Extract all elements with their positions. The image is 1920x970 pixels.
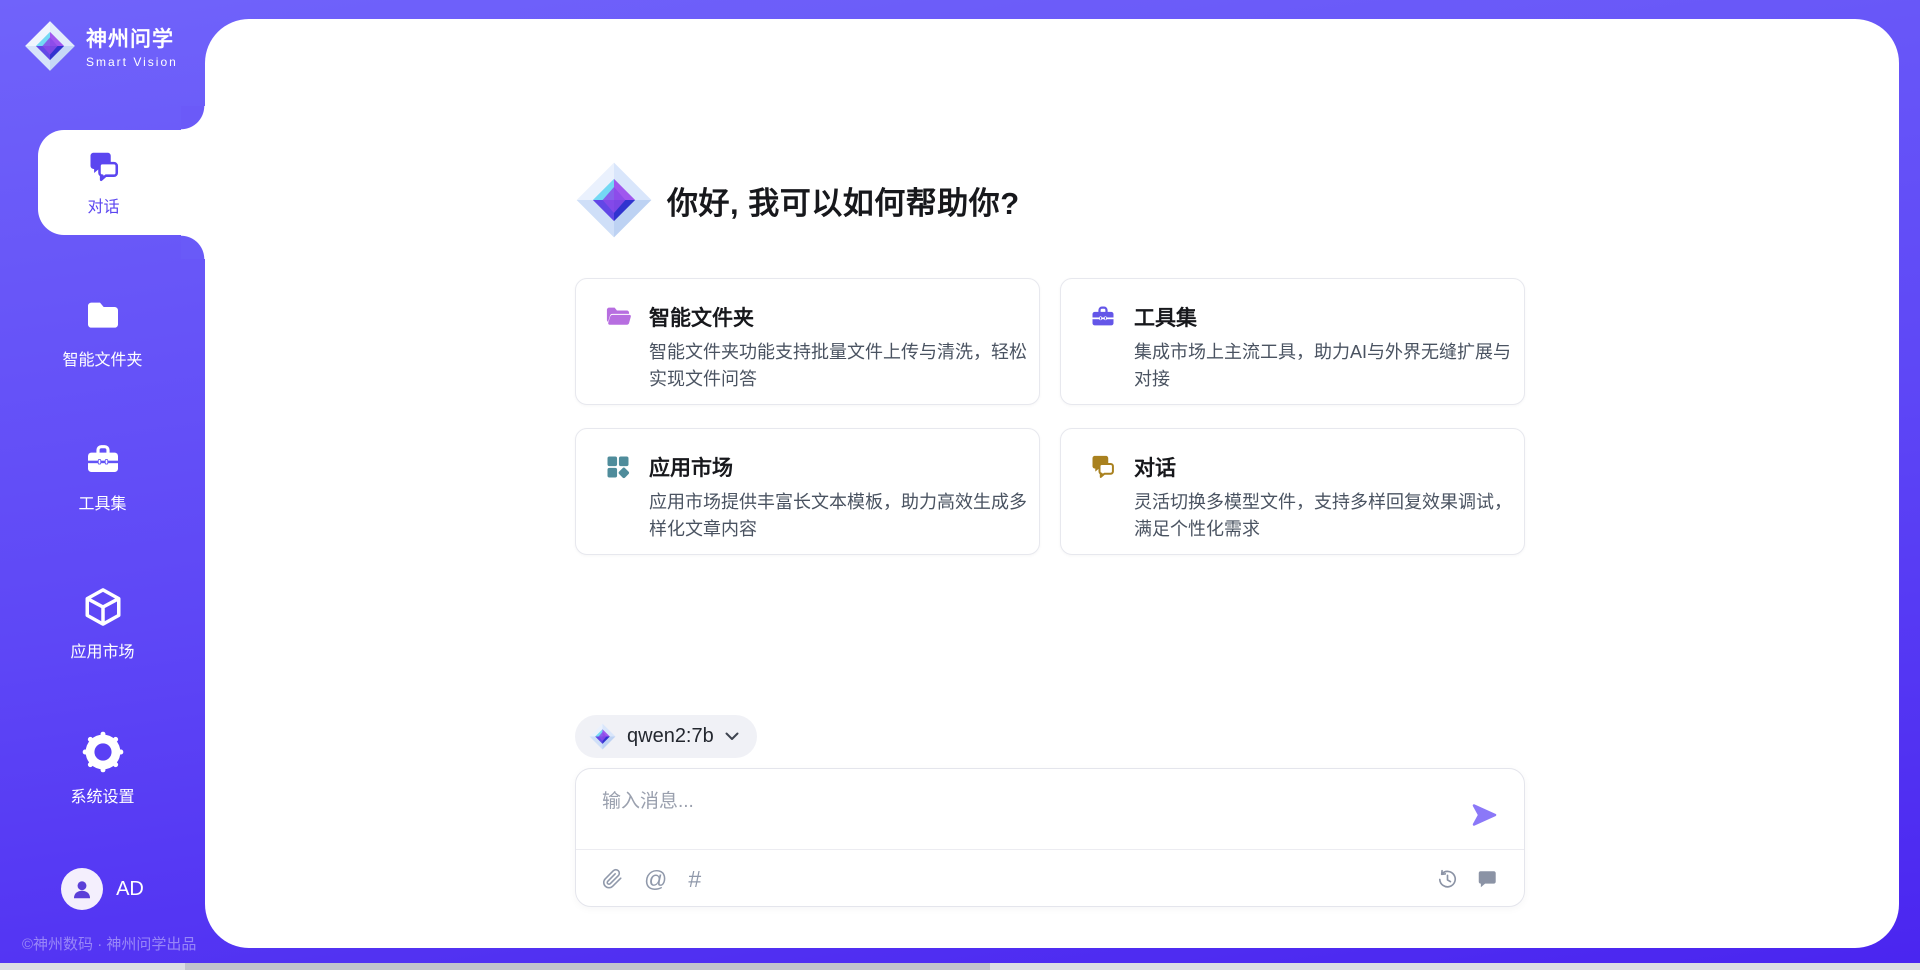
card-chat[interactable]: 对话 灵活切换多模型文件，支持多样回复效果调试，满足个性化需求 [1060,428,1525,555]
card-title: 智能文件夹 [649,302,754,332]
cube-icon [82,586,124,628]
chat-bubble-icon [1476,868,1498,890]
sidebar-item-label: 智能文件夹 [62,346,142,370]
brand-name: 神州问学 [86,23,178,53]
paperclip-icon [602,868,623,890]
chat-bubbles-icon [86,149,122,185]
chat-bubbles-icon [1089,453,1117,481]
model-selector[interactable]: qwen2:7b [575,715,757,758]
sidebar-item-label: 应用市场 [70,638,134,662]
feedback-button[interactable] [1476,868,1498,890]
copyright-text: ©神州数码 · 神州问学出品 [22,933,196,954]
greeting-text: 你好, 我可以如何帮助你? [667,178,1020,223]
sidebar-item-toolset[interactable]: 工具集 [0,440,205,514]
sidebar: 神州问学 Smart Vision 对话 智能文件夹 工具集 [0,0,205,970]
card-description: 智能文件夹功能支持批量文件上传与清洗，轻松实现文件问答 [649,339,1034,393]
sidebar-item-settings[interactable]: 系统设置 [0,731,205,807]
sidebar-item-app-market[interactable]: 应用市场 [0,586,205,662]
composer-divider [576,849,1524,850]
briefcase-icon [83,440,123,480]
gear-icon [82,731,124,773]
topic-button hash-icon[interactable]: # [688,868,701,891]
sidebar-item-label: 系统设置 [70,783,134,807]
diamond-logo-icon [575,161,653,239]
model-name: qwen2:7b [627,725,714,748]
card-title: 应用市场 [649,452,733,482]
card-description: 应用市场提供丰富长文本模板，助力高效生成多样化文章内容 [649,489,1034,543]
user-profile[interactable]: AD [0,868,205,910]
mention-button at-icon[interactable]: @ [644,868,667,891]
greeting: 你好, 我可以如何帮助你? [575,161,1020,239]
app-grid-icon [604,453,632,481]
chevron-down-icon [725,732,739,741]
card-description: 集成市场上主流工具，助力AI与外界无缝扩展与对接 [1134,339,1519,393]
card-title: 对话 [1134,452,1176,482]
history-button[interactable] [1436,868,1459,891]
composer: @ # [575,768,1525,907]
sidebar-item-smart-folder[interactable]: 智能文件夹 [0,296,205,370]
feature-cards: 智能文件夹 智能文件夹功能支持批量文件上传与清洗，轻松实现文件问答 工具 [575,278,1525,555]
brand: 神州问学 Smart Vision [24,20,178,72]
sidebar-item-label: 工具集 [78,490,126,514]
sidebar-item-label: 对话 [87,193,119,217]
tab-fillet-top [181,106,205,130]
brand-subtitle: Smart Vision [86,55,178,69]
history-icon [1436,868,1459,891]
send-icon[interactable] [1470,802,1498,828]
briefcase-icon [1089,303,1117,331]
folder-open-icon [604,303,632,331]
card-description: 灵活切换多模型文件，支持多样回复效果调试，满足个性化需求 [1134,489,1519,543]
horizontal-scrollbar [0,963,1920,970]
diamond-logo-icon [589,723,616,750]
main-panel: 你好, 我可以如何帮助你? 智能文件夹 智能文件夹功能支持批量文件上传与清洗，轻… [205,19,1899,948]
avatar [61,868,103,910]
card-title: 工具集 [1134,302,1197,332]
person-icon [69,876,95,902]
message-input[interactable] [602,786,1442,844]
scrollbar-thumb[interactable] [185,963,990,970]
card-toolset[interactable]: 工具集 集成市场上主流工具，助力AI与外界无缝扩展与对接 [1060,278,1525,405]
user-initials: AD [116,878,144,901]
folder-icon [83,296,123,336]
card-smart-folder[interactable]: 智能文件夹 智能文件夹功能支持批量文件上传与清洗，轻松实现文件问答 [575,278,1040,405]
brand-diamond-logo-icon [24,20,76,72]
attach-file-button[interactable] [602,868,623,890]
sidebar-item-chat[interactable]: 对话 [38,130,225,235]
card-app-market[interactable]: 应用市场 应用市场提供丰富长文本模板，助力高效生成多样化文章内容 [575,428,1040,555]
tab-fillet-bottom [181,235,205,259]
